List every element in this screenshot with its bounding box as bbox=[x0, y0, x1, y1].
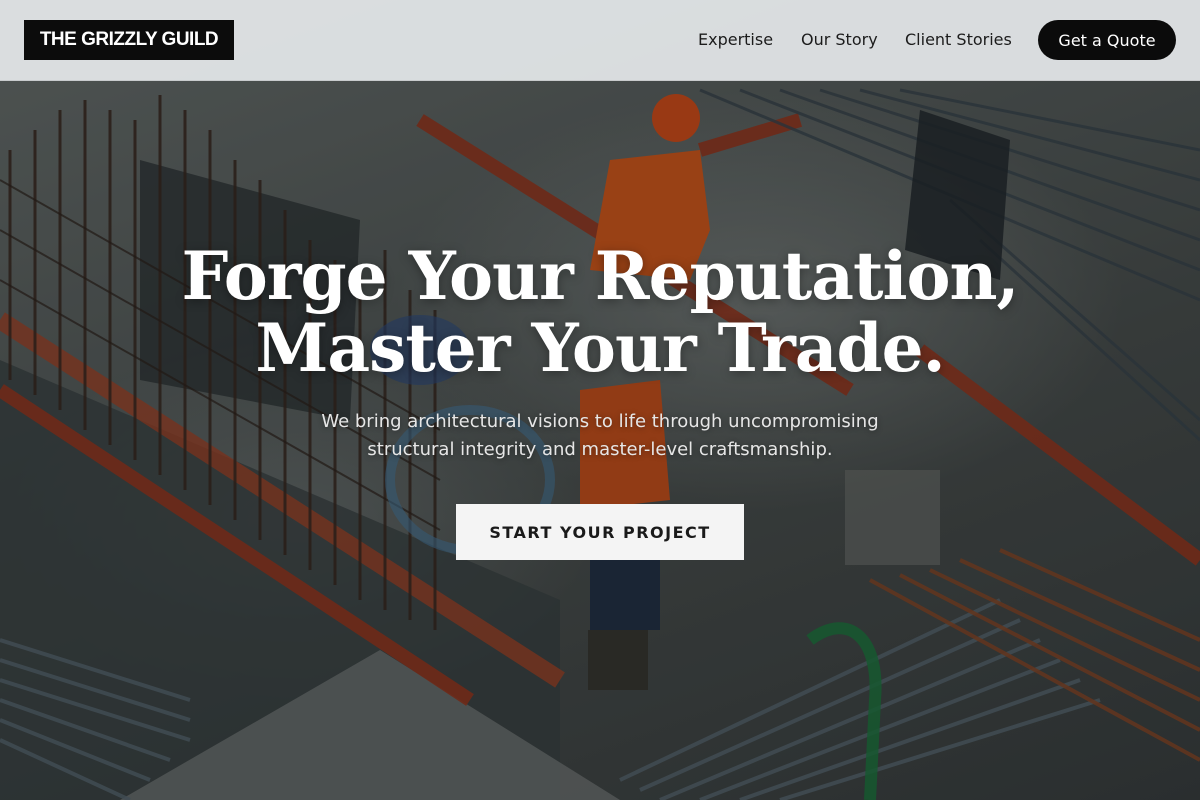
nav-link-our-story[interactable]: Our Story bbox=[801, 30, 878, 49]
hero-overlay bbox=[0, 0, 1200, 800]
get-a-quote-button[interactable]: Get a Quote bbox=[1038, 20, 1176, 60]
hero-subtext: We bring architectural visions to life t… bbox=[321, 411, 879, 460]
hero-headline-line-2: Master Your Trade. bbox=[255, 309, 945, 387]
hero-headline: Forge Your Reputation, Master Your Trade… bbox=[0, 240, 1200, 384]
nav-link-expertise[interactable]: Expertise bbox=[698, 30, 773, 49]
nav-link-client-stories[interactable]: Client Stories bbox=[905, 30, 1012, 49]
brand-logo[interactable]: THE GRIZZLY GUILD bbox=[24, 20, 234, 60]
hero-headline-line-1: Forge Your Reputation, bbox=[181, 237, 1019, 315]
start-project-button[interactable]: START YOUR PROJECT bbox=[456, 504, 744, 560]
site-header: THE GRIZZLY GUILD Expertise Our Story Cl… bbox=[0, 0, 1200, 81]
